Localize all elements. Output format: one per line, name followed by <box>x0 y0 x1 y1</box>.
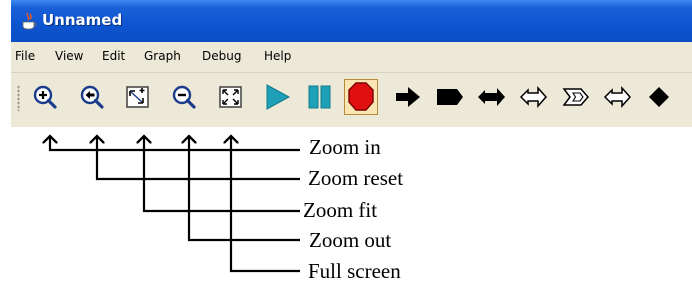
zoom-reset-label: Zoom reset <box>308 166 404 190</box>
zoom-fit-label: Zoom fit <box>303 198 378 222</box>
zoom-out-label: Zoom out <box>309 228 392 252</box>
zoom-out-callout <box>189 136 300 242</box>
zoom-reset-callout <box>97 136 300 181</box>
full-screen-label: Full screen <box>308 259 401 283</box>
full-screen-callout <box>231 136 300 273</box>
zoom-in-callout <box>50 136 300 152</box>
zoom-fit-callout <box>144 136 300 213</box>
zoom-in-label: Zoom in <box>309 135 381 159</box>
